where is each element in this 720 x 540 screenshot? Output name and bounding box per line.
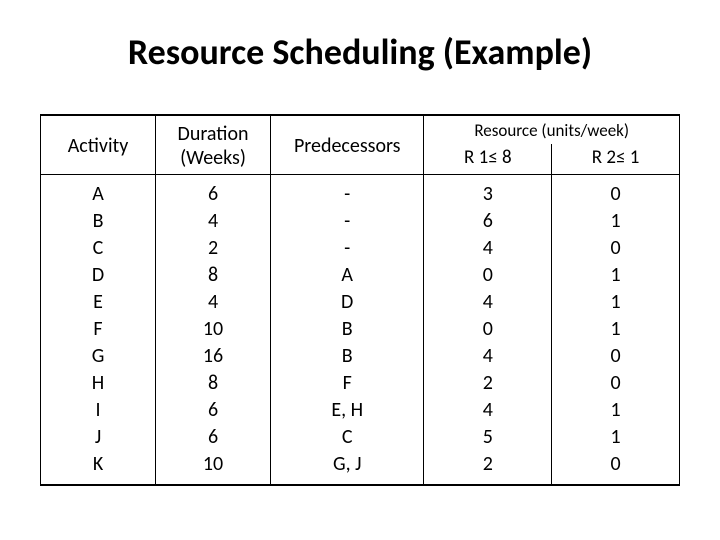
- col-activity: ABCDEFGHIJK: [41, 175, 155, 484]
- col-r2: 01011100110: [552, 175, 679, 484]
- header-predecessors: Predecessors: [271, 115, 424, 175]
- header-duration: Duration (Weeks): [156, 115, 271, 175]
- header-activity: Activity: [41, 115, 156, 175]
- header-resource: Resource (units/week): [424, 115, 680, 144]
- table-row: ABCDEFGHIJK 64284101686610 ---ADBBFE, HC…: [41, 175, 680, 486]
- col-predecessors: ---ADBBFE, HCG, J: [271, 175, 423, 484]
- schedule-table: Activity Duration (Weeks) Predecessors R…: [40, 114, 680, 486]
- header-r1: R 1≤ 8: [424, 144, 552, 175]
- col-duration: 64284101686610: [156, 175, 270, 484]
- table-body: ABCDEFGHIJK 64284101686610 ---ADBBFE, HC…: [41, 175, 680, 486]
- page-title: Resource Scheduling (Example): [40, 30, 680, 74]
- col-r1: 36404042452: [424, 175, 551, 484]
- header-r2: R 2≤ 1: [552, 144, 680, 175]
